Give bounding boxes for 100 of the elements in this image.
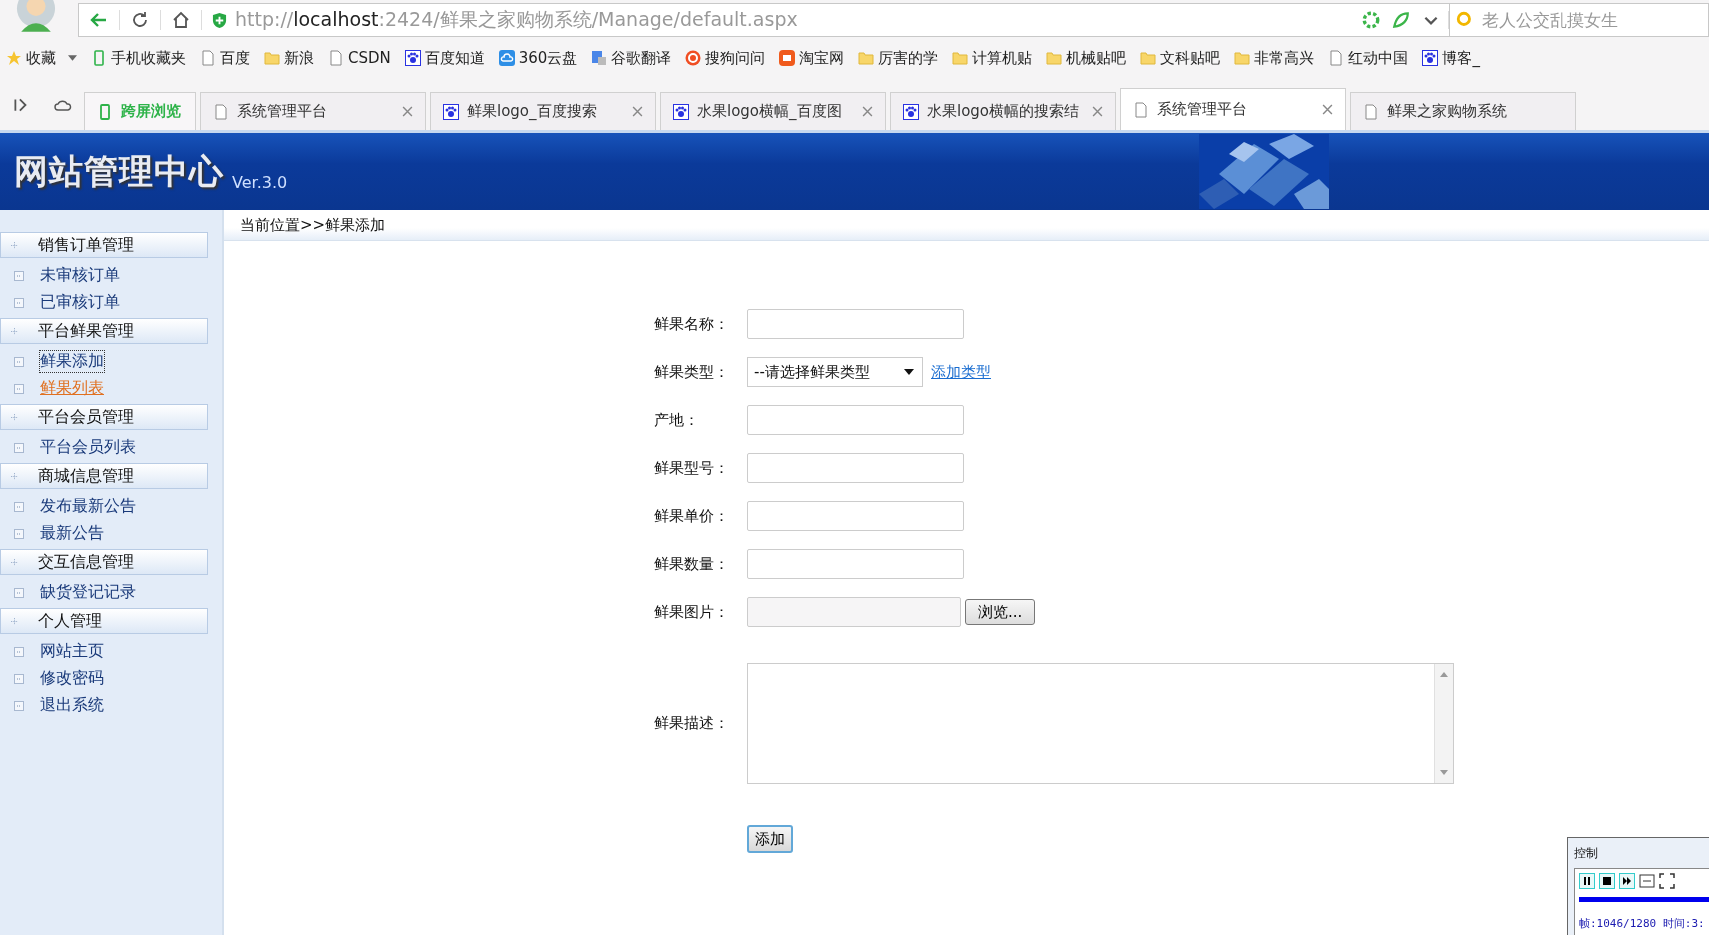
bookmark[interactable]: 非常高兴 [1234, 48, 1315, 68]
input-field[interactable] [747, 453, 964, 483]
list-bullet-icon [14, 646, 24, 657]
menu-link[interactable]: 鲜果添加 [40, 351, 104, 372]
menu-link[interactable]: 缺货登记记录 [40, 582, 136, 603]
scroll-up-icon[interactable] [1440, 672, 1448, 677]
plus-icon [11, 617, 18, 625]
bookmark[interactable]: CSDN [328, 49, 391, 67]
shield-icon [212, 11, 227, 29]
bookmark[interactable]: 360云盘 [498, 48, 578, 68]
pause-icon[interactable] [1579, 873, 1595, 889]
close-icon[interactable] [402, 106, 413, 117]
bookmark[interactable]: 百度知道 [404, 48, 485, 68]
bookmark[interactable]: 厉害的学 [858, 48, 939, 68]
description-field[interactable] [747, 663, 1454, 784]
bookmark[interactable]: 搜狗问问 [685, 48, 766, 68]
leaf-icon[interactable] [1392, 11, 1410, 29]
input-field[interactable] [747, 405, 964, 435]
scrollbar[interactable] [1434, 664, 1453, 783]
bookmark[interactable]: 谷歌翻译 [591, 48, 672, 68]
menu-link[interactable]: 修改密码 [40, 668, 104, 689]
menu-section-header[interactable]: 平台会员管理 [0, 404, 208, 430]
menu-link[interactable]: 发布最新公告 [40, 496, 136, 517]
add-button[interactable]: 添加 [747, 825, 793, 853]
input-field[interactable] [747, 309, 964, 339]
chevron-icon[interactable] [1422, 11, 1449, 29]
input-field[interactable] [747, 501, 964, 531]
folder-icon [1046, 50, 1063, 66]
bookmark[interactable]: 计算机贴 [952, 48, 1033, 68]
browser-tab[interactable]: 鲜果之家购物系统 [1350, 92, 1576, 130]
field-label: 鲜果型号： [654, 458, 730, 478]
close-icon[interactable] [1322, 104, 1333, 115]
plus-icon [11, 413, 18, 421]
browser-tab[interactable]: 系统管理平台 [1120, 88, 1346, 130]
page-icon [213, 103, 229, 120]
page-icon [328, 50, 344, 66]
browser-tab[interactable]: 水果logo横幅的搜索结 [890, 92, 1116, 130]
paw-icon [443, 103, 459, 120]
file-path-field[interactable] [747, 597, 961, 627]
scroll-down-icon[interactable] [1440, 770, 1448, 775]
url-text[interactable]: http://localhost:2424/鲜果之家购物系统/Manage/default.aspx [235, 7, 1356, 33]
field-label: 鲜果描述： [654, 714, 730, 733]
stop-icon[interactable] [1599, 873, 1615, 889]
menu-link[interactable]: 未审核订单 [40, 265, 120, 286]
bookmark-label: 机械贴吧 [1066, 48, 1127, 68]
menu-section-header[interactable]: 商城信息管理 [0, 463, 208, 489]
menu-link[interactable]: 已审核订单 [40, 292, 120, 313]
folder-icon [1234, 50, 1251, 66]
input-field[interactable] [747, 549, 964, 579]
search-field[interactable]: 老人公交乱摸女生 [1480, 9, 1704, 31]
close-icon[interactable] [1092, 106, 1103, 117]
browser-tab[interactable]: 系统管理平台 [200, 92, 426, 130]
bookmark[interactable]: 红动中国 [1328, 48, 1409, 68]
bookmark[interactable]: 文科贴吧 [1140, 48, 1221, 68]
search-box[interactable]: 老人公交乱摸女生 [1450, 3, 1709, 37]
bookmark[interactable]: 机械贴吧 [1046, 48, 1127, 68]
bookmark-label: 文科贴吧 [1160, 48, 1221, 68]
caret-icon[interactable] [68, 55, 77, 61]
browser-tab[interactable]: 水果logo横幅_百度图 [660, 92, 886, 130]
flower-icon[interactable] [1362, 11, 1380, 29]
menu-section-header[interactable]: 个人管理 [0, 608, 208, 634]
progress-track[interactable] [1579, 897, 1709, 902]
plus-icon [11, 241, 18, 249]
menu-link[interactable]: 平台会员列表 [40, 437, 136, 458]
version-label: Ver.3.0 [232, 173, 288, 192]
bookmark[interactable]: 收藏 [6, 48, 77, 68]
s-logo-icon [685, 50, 702, 66]
field-label: 鲜果数量： [654, 554, 730, 574]
search-icon [1456, 11, 1474, 29]
browser-tab[interactable]: 鲜果logo_百度搜索 [430, 92, 656, 130]
browse-button[interactable]: 浏览... [965, 599, 1036, 625]
bookmark-label: 谷歌翻译 [611, 48, 672, 68]
menu-link[interactable]: 退出系统 [40, 695, 104, 716]
bookmark[interactable]: 新浪 [264, 48, 314, 68]
address-bar[interactable]: http://localhost:2424/鲜果之家购物系统/Manage/default.aspx [78, 3, 1450, 37]
close-icon[interactable] [632, 106, 643, 117]
section-title: 销售订单管理 [38, 234, 134, 256]
tab-label: 系统管理平台 [1157, 100, 1248, 119]
menu-section-header[interactable]: 销售订单管理 [0, 232, 208, 258]
field-label: 鲜果图片： [654, 602, 730, 622]
menu-link[interactable]: 网站主页 [40, 641, 104, 662]
menu-section-header[interactable]: 平台鲜果管理 [0, 318, 208, 344]
cloud-icon [498, 50, 515, 66]
list-bullet-icon [14, 587, 24, 598]
page-icon [1363, 103, 1379, 120]
add-type-link[interactable]: 添加类型 [931, 362, 991, 382]
menu-section-header[interactable]: 交互信息管理 [0, 549, 208, 575]
close-icon[interactable] [862, 106, 873, 117]
list-bullet-icon [14, 356, 24, 367]
bookmark[interactable]: 淘宝网 [779, 48, 845, 68]
type-dropdown[interactable]: --请选择鲜果类型 [747, 357, 923, 387]
menu-link[interactable]: 最新公告 [40, 523, 104, 544]
fullscreen-icon[interactable] [1659, 873, 1675, 889]
field-label: 鲜果单价： [654, 506, 730, 526]
bookmark[interactable]: 手机收藏夹 [91, 48, 186, 68]
plus-icon [11, 472, 18, 480]
fast-forward-icon[interactable] [1619, 873, 1635, 889]
bookmark[interactable]: 博客_ [1422, 48, 1480, 68]
site-title: 网站管理中心 [14, 149, 224, 193]
bookmark[interactable]: 百度 [200, 48, 250, 68]
